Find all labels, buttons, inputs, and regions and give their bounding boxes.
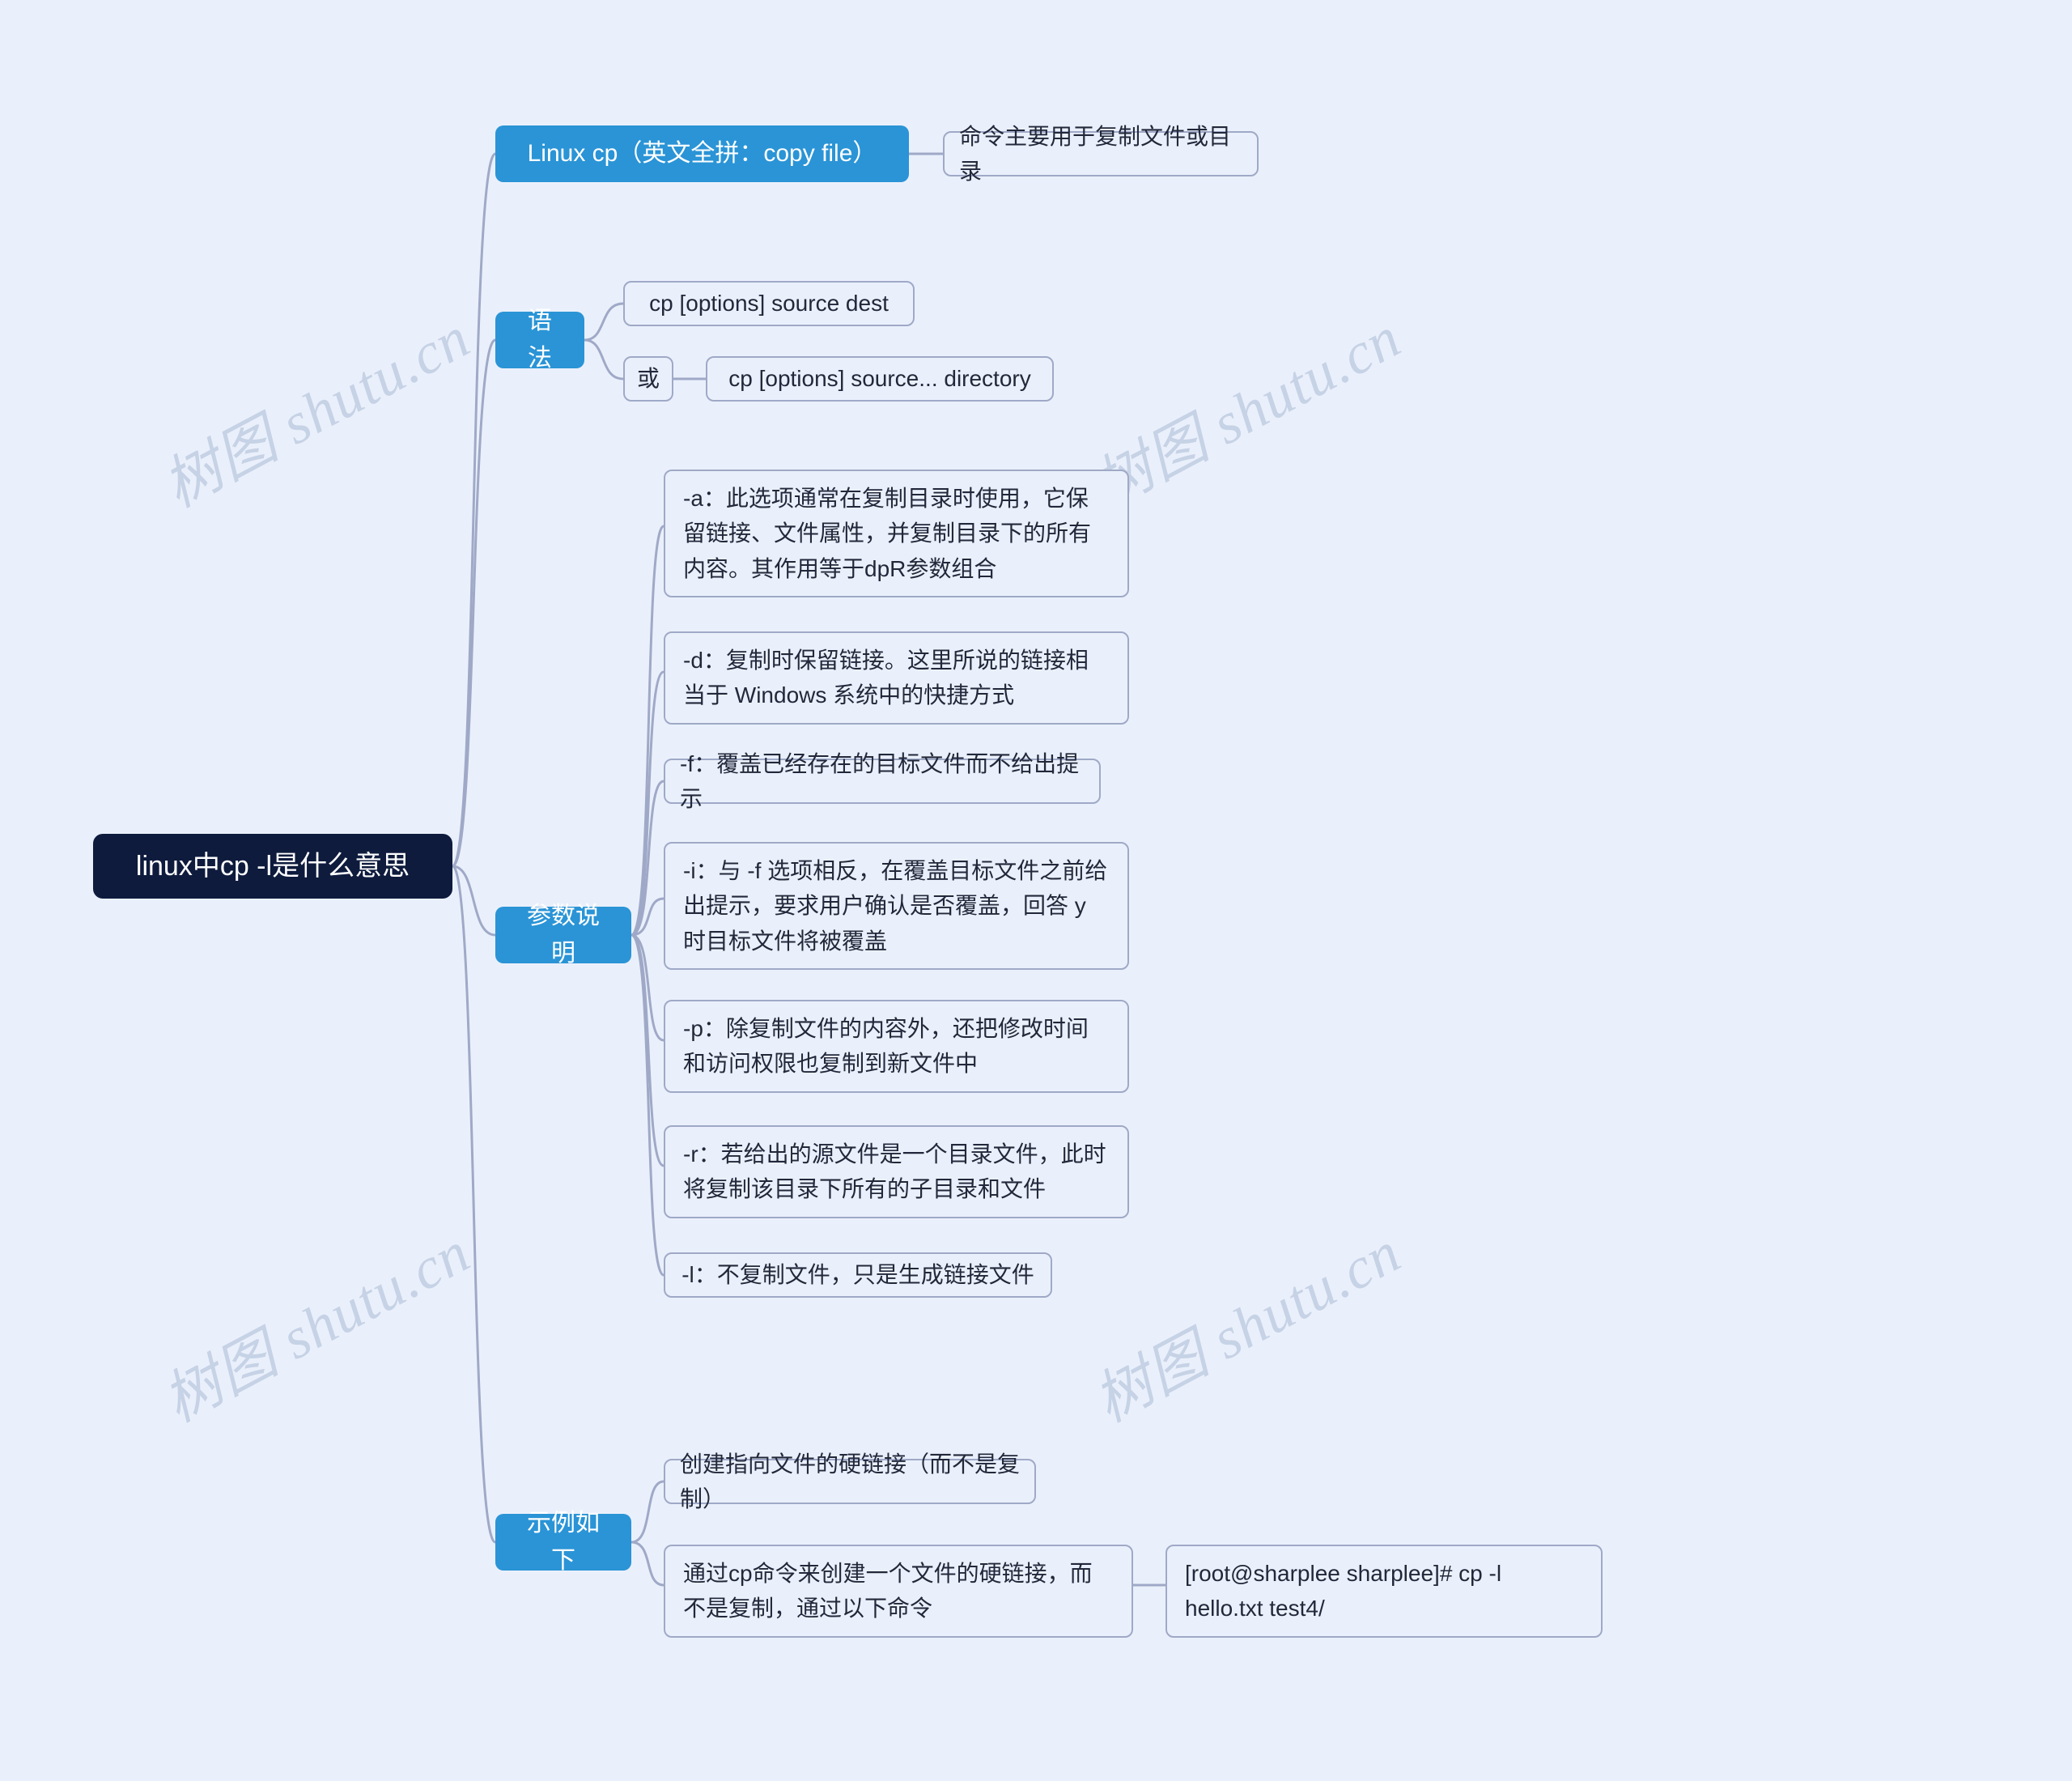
- branch-params: 参数说明: [495, 907, 631, 963]
- example-e2: 通过cp命令来创建一个文件的硬链接，而不是复制，通过以下命令: [664, 1545, 1133, 1638]
- syntax-line1: cp [options] source dest: [623, 281, 915, 326]
- root-title: linux中cp -l是什么意思: [136, 845, 410, 888]
- watermark: 树图 shutu.cn: [1076, 1205, 1413, 1439]
- syntax-line2: cp [options] source... directory: [706, 356, 1054, 402]
- param-i-text: -i：与 -f 选项相反，在覆盖目标文件之前给出提示，要求用户确认是否覆盖，回答…: [683, 853, 1110, 959]
- param-a-text: -a：此选项通常在复制目录时使用，它保留链接、文件属性，并复制目录下的所有内容。…: [683, 481, 1110, 586]
- watermark: 树图 shutu.cn: [146, 291, 482, 524]
- branch-example-label: 示例如下: [516, 1505, 610, 1580]
- param-i: -i：与 -f 选项相反，在覆盖目标文件之前给出提示，要求用户确认是否覆盖，回答…: [664, 842, 1129, 970]
- branch-params-label: 参数说明: [516, 898, 610, 973]
- syntax-or: 或: [623, 356, 673, 402]
- param-p-text: -p：除复制文件的内容外，还把修改时间和访问权限也复制到新文件中: [683, 1011, 1110, 1082]
- param-d: -d：复制时保留链接。这里所说的链接相当于 Windows 系统中的快捷方式: [664, 631, 1129, 725]
- example-cmd-text: [root@sharplee sharplee]# cp -l hello.tx…: [1185, 1556, 1583, 1626]
- branch-syntax-label: 语法: [516, 303, 563, 378]
- syntax-or-text: 或: [637, 361, 660, 396]
- param-a: -a：此选项通常在复制目录时使用，它保留链接、文件属性，并复制目录下的所有内容。…: [664, 470, 1129, 597]
- param-f-text: -f：覆盖已经存在的目标文件而不给出提示: [680, 746, 1085, 817]
- branch-syntax: 语法: [495, 312, 584, 368]
- example-e2-text: 通过cp命令来创建一个文件的硬链接，而不是复制，通过以下命令: [683, 1556, 1114, 1626]
- example-cmd: [root@sharplee sharplee]# cp -l hello.tx…: [1166, 1545, 1603, 1638]
- intro-desc: 命令主要用于复制文件或目录: [943, 131, 1259, 176]
- branch-intro-label: Linux cp（英文全拼：copy file）: [528, 135, 877, 173]
- branch-intro: Linux cp（英文全拼：copy file）: [495, 125, 909, 182]
- syntax-line2-text: cp [options] source... directory: [728, 361, 1031, 396]
- example-e1-text: 创建指向文件的硬链接（而不是复制）: [680, 1447, 1020, 1517]
- param-l-text: -l：不复制文件，只是生成链接文件: [681, 1257, 1034, 1292]
- param-r: -r：若给出的源文件是一个目录文件，此时将复制该目录下所有的子目录和文件: [664, 1125, 1129, 1218]
- param-r-text: -r：若给出的源文件是一个目录文件，此时将复制该目录下所有的子目录和文件: [683, 1137, 1110, 1207]
- param-l: -l：不复制文件，只是生成链接文件: [664, 1252, 1052, 1298]
- syntax-line1-text: cp [options] source dest: [649, 286, 889, 321]
- root-node: linux中cp -l是什么意思: [93, 834, 452, 899]
- param-p: -p：除复制文件的内容外，还把修改时间和访问权限也复制到新文件中: [664, 1000, 1129, 1093]
- branch-example: 示例如下: [495, 1514, 631, 1571]
- example-e1: 创建指向文件的硬链接（而不是复制）: [664, 1459, 1036, 1504]
- intro-desc-text: 命令主要用于复制文件或目录: [959, 119, 1242, 189]
- watermark: 树图 shutu.cn: [146, 1205, 482, 1439]
- param-d-text: -d：复制时保留链接。这里所说的链接相当于 Windows 系统中的快捷方式: [683, 643, 1110, 713]
- param-f: -f：覆盖已经存在的目标文件而不给出提示: [664, 759, 1101, 804]
